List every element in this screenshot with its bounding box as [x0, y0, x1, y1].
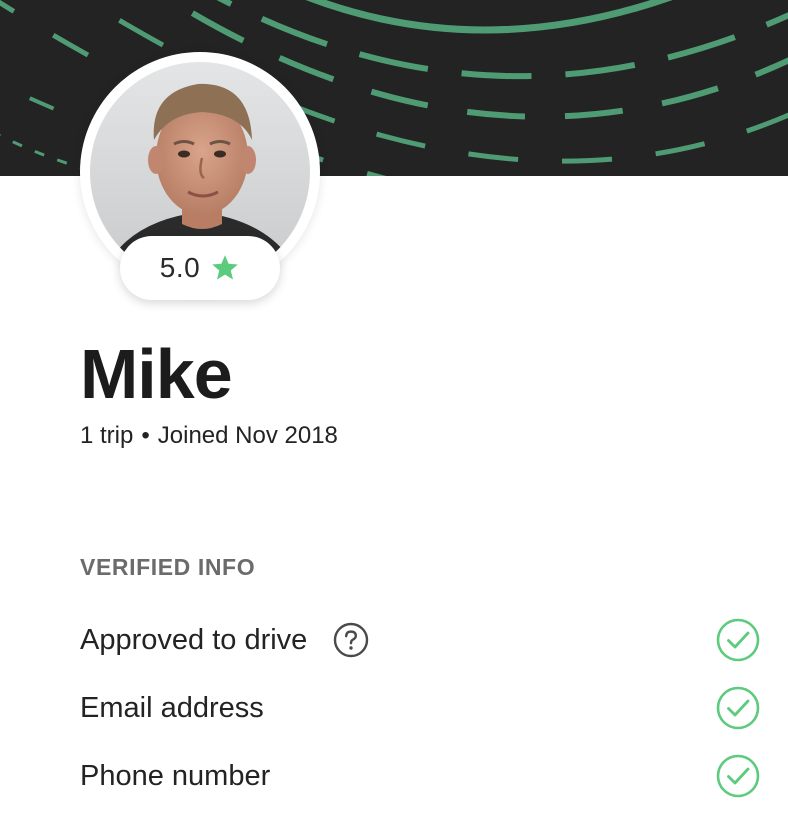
trip-count: 1 trip	[80, 422, 134, 449]
star-icon	[210, 253, 240, 283]
check-circle-icon	[716, 618, 760, 662]
profile-page: 5.0 Mike 1 trip • Joined Nov 2018 VERIFI…	[0, 0, 788, 822]
verified-item-label: Phone number	[80, 759, 271, 792]
rating-badge: 5.0	[120, 236, 280, 300]
rating-value: 5.0	[159, 252, 201, 283]
verified-item-email-address: Email address	[80, 684, 760, 732]
check-circle-icon	[716, 754, 760, 798]
verified-info-heading: VERIFIED INFO	[80, 554, 256, 580]
check-circle-icon	[716, 686, 760, 730]
question-circle-icon[interactable]	[333, 622, 369, 658]
profile-meta: 1 trip • Joined Nov 2018	[80, 420, 338, 452]
profile-name: Mike	[80, 335, 233, 413]
joined-date: Joined Nov 2018	[157, 422, 338, 449]
verified-item-phone-number: Phone number	[80, 752, 760, 800]
verified-item-label: Approved to drive	[80, 623, 308, 656]
verified-item-label: Email address	[80, 691, 264, 724]
meta-separator: •	[141, 422, 150, 449]
verified-item-approved-to-drive: Approved to drive	[80, 616, 760, 664]
